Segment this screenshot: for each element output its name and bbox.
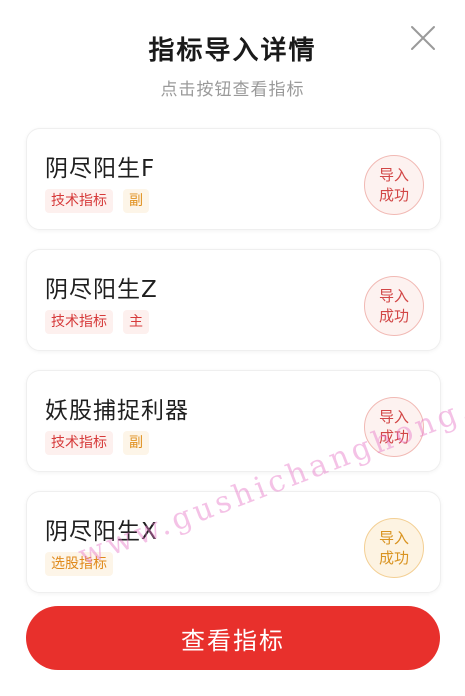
- tag-role: 主: [123, 310, 149, 334]
- view-indicators-button[interactable]: 查看指标: [26, 606, 440, 670]
- indicator-card: 阴尽阳生Z 技术指标 主 导入 成功: [26, 249, 441, 351]
- indicator-tags: 技术指标 副: [45, 431, 149, 455]
- indicator-name: 阴尽阳生F: [45, 156, 156, 182]
- import-success-stamp: 导入 成功: [364, 276, 424, 336]
- close-icon[interactable]: [409, 24, 437, 52]
- import-success-stamp: 导入 成功: [364, 155, 424, 215]
- tag-role: 副: [123, 431, 149, 455]
- tag-type: 技术指标: [45, 189, 113, 213]
- indicator-tags: 技术指标 副: [45, 189, 149, 213]
- modal-title: 指标导入详情: [148, 36, 317, 66]
- tag-role: 副: [123, 189, 149, 213]
- indicator-card: 阴尽阳生F 技术指标 副 导入 成功: [26, 128, 441, 230]
- indicator-tags: 技术指标 主: [45, 310, 149, 334]
- import-success-stamp: 导入 成功: [364, 518, 424, 578]
- modal-subtitle: 点击按钮查看指标: [160, 80, 305, 100]
- indicator-name: 妖股捕捉利器: [45, 398, 189, 424]
- tag-type: 技术指标: [45, 431, 113, 455]
- tag-type: 技术指标: [45, 310, 113, 334]
- indicator-name: 阴尽阳生Z: [45, 277, 158, 303]
- import-details-modal: 指标导入详情 点击按钮查看指标 阴尽阳生F 技术指标 副 导入 成功 阴尽阳生Z…: [0, 0, 465, 696]
